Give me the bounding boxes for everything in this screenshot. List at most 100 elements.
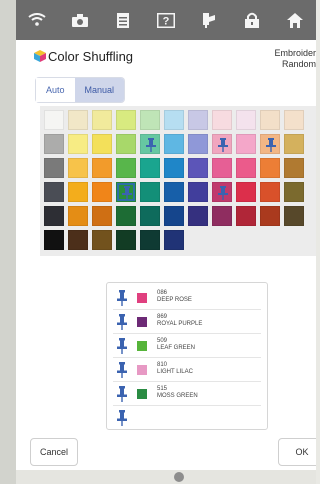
color-swatch[interactable] <box>140 230 160 250</box>
color-swatch[interactable] <box>68 134 88 154</box>
color-swatch[interactable] <box>44 206 64 226</box>
color-swatch[interactable] <box>236 110 256 130</box>
wifi-icon[interactable] <box>16 0 59 40</box>
color-swatch[interactable] <box>164 206 184 226</box>
color-swatch[interactable] <box>68 230 88 250</box>
thread-row[interactable]: 086 DEEP ROSE <box>113 287 261 310</box>
pin-icon <box>117 338 127 354</box>
pin-icon <box>218 186 228 200</box>
color-swatch[interactable] <box>236 158 256 178</box>
tab-manual[interactable]: Manual <box>74 78 125 102</box>
color-swatch[interactable] <box>116 182 136 202</box>
thread-row[interactable]: 509 LEAF GREEN <box>113 335 261 358</box>
thread-name: ROYAL PURPLE <box>157 321 203 327</box>
pin-icon <box>117 386 127 402</box>
svg-text:?: ? <box>163 15 170 27</box>
color-swatch[interactable] <box>260 206 280 226</box>
color-swatch[interactable] <box>92 134 112 154</box>
color-swatch[interactable] <box>284 206 304 226</box>
color-swatch[interactable] <box>68 158 88 178</box>
color-swatch[interactable] <box>188 134 208 154</box>
color-swatch[interactable] <box>44 182 64 202</box>
color-swatch[interactable] <box>92 230 112 250</box>
thread-row-empty[interactable] <box>113 407 261 429</box>
tab-auto[interactable]: Auto <box>36 78 75 102</box>
color-swatch[interactable] <box>284 110 304 130</box>
color-swatch[interactable] <box>188 110 208 130</box>
color-swatch[interactable] <box>212 206 232 226</box>
color-swatch[interactable] <box>284 134 304 154</box>
color-swatch[interactable] <box>164 158 184 178</box>
help-icon[interactable]: ? <box>145 0 188 40</box>
color-swatch[interactable] <box>116 110 136 130</box>
color-swatch[interactable] <box>284 182 304 202</box>
color-cube-icon <box>34 50 46 62</box>
home-button-icon[interactable] <box>174 472 184 482</box>
color-swatch[interactable] <box>140 110 160 130</box>
thread-code: 810 <box>157 362 168 368</box>
screen: ? Color Shuffling Embroider Random Auto … <box>16 0 316 484</box>
color-swatch[interactable] <box>116 134 136 154</box>
color-swatch[interactable] <box>44 158 64 178</box>
color-swatch[interactable] <box>116 206 136 226</box>
color-swatch[interactable] <box>212 158 232 178</box>
thread-name: LIGHT LILAC <box>157 369 193 375</box>
color-swatch[interactable] <box>260 110 280 130</box>
color-swatch[interactable] <box>68 206 88 226</box>
color-swatch[interactable] <box>188 182 208 202</box>
color-swatch[interactable] <box>92 206 112 226</box>
pin-icon <box>122 186 132 200</box>
color-swatch[interactable] <box>140 134 160 154</box>
thread-name: DEEP ROSE <box>157 297 192 303</box>
color-swatch[interactable] <box>212 134 232 154</box>
color-swatch[interactable] <box>140 206 160 226</box>
thread-name: LEAF GREEN <box>157 345 196 351</box>
color-swatch[interactable] <box>188 206 208 226</box>
color-swatch[interactable] <box>236 182 256 202</box>
color-swatch[interactable] <box>92 158 112 178</box>
color-swatch[interactable] <box>260 158 280 178</box>
lock-icon[interactable] <box>230 0 273 40</box>
thread-code: 509 <box>157 338 168 344</box>
thread-list: 086 DEEP ROSE 869 ROYAL PURPLE 509 LEAF GREEN… <box>106 282 268 430</box>
thread-code: 869 <box>157 314 168 320</box>
threading-icon[interactable] <box>187 0 230 40</box>
pin-icon <box>146 138 156 152</box>
color-swatch[interactable] <box>140 158 160 178</box>
color-swatch[interactable] <box>260 182 280 202</box>
color-swatch[interactable] <box>164 134 184 154</box>
color-swatch[interactable] <box>116 158 136 178</box>
color-swatch[interactable] <box>140 182 160 202</box>
pin-icon <box>117 362 127 378</box>
color-swatch[interactable] <box>236 206 256 226</box>
color-swatch[interactable] <box>92 182 112 202</box>
color-swatch[interactable] <box>44 134 64 154</box>
document-icon[interactable] <box>102 0 145 40</box>
color-swatch[interactable] <box>68 110 88 130</box>
thread-row[interactable]: 810 LIGHT LILAC <box>113 359 261 382</box>
color-swatch[interactable] <box>260 134 280 154</box>
color-swatch[interactable] <box>212 182 232 202</box>
mode-label-line2: Random <box>281 59 316 69</box>
color-swatch[interactable] <box>116 230 136 250</box>
thread-name: MOSS GREEN <box>157 393 198 399</box>
color-swatch[interactable] <box>284 158 304 178</box>
footer-bar <box>16 470 316 484</box>
color-swatch[interactable] <box>164 182 184 202</box>
color-swatch[interactable] <box>44 110 64 130</box>
color-swatch[interactable] <box>44 230 64 250</box>
ok-button[interactable]: OK <box>278 438 316 466</box>
cancel-button[interactable]: Cancel <box>30 438 78 466</box>
color-swatch[interactable] <box>212 110 232 130</box>
thread-row[interactable]: 515 MOSS GREEN <box>113 383 261 406</box>
home-icon[interactable] <box>273 0 316 40</box>
color-swatch[interactable] <box>164 110 184 130</box>
camera-icon[interactable] <box>59 0 102 40</box>
color-swatch[interactable] <box>188 158 208 178</box>
color-swatch[interactable] <box>164 230 184 250</box>
color-swatch[interactable] <box>68 182 88 202</box>
page-title: Color Shuffling <box>48 49 134 64</box>
color-swatch[interactable] <box>236 134 256 154</box>
thread-row[interactable]: 869 ROYAL PURPLE <box>113 311 261 334</box>
color-swatch[interactable] <box>92 110 112 130</box>
